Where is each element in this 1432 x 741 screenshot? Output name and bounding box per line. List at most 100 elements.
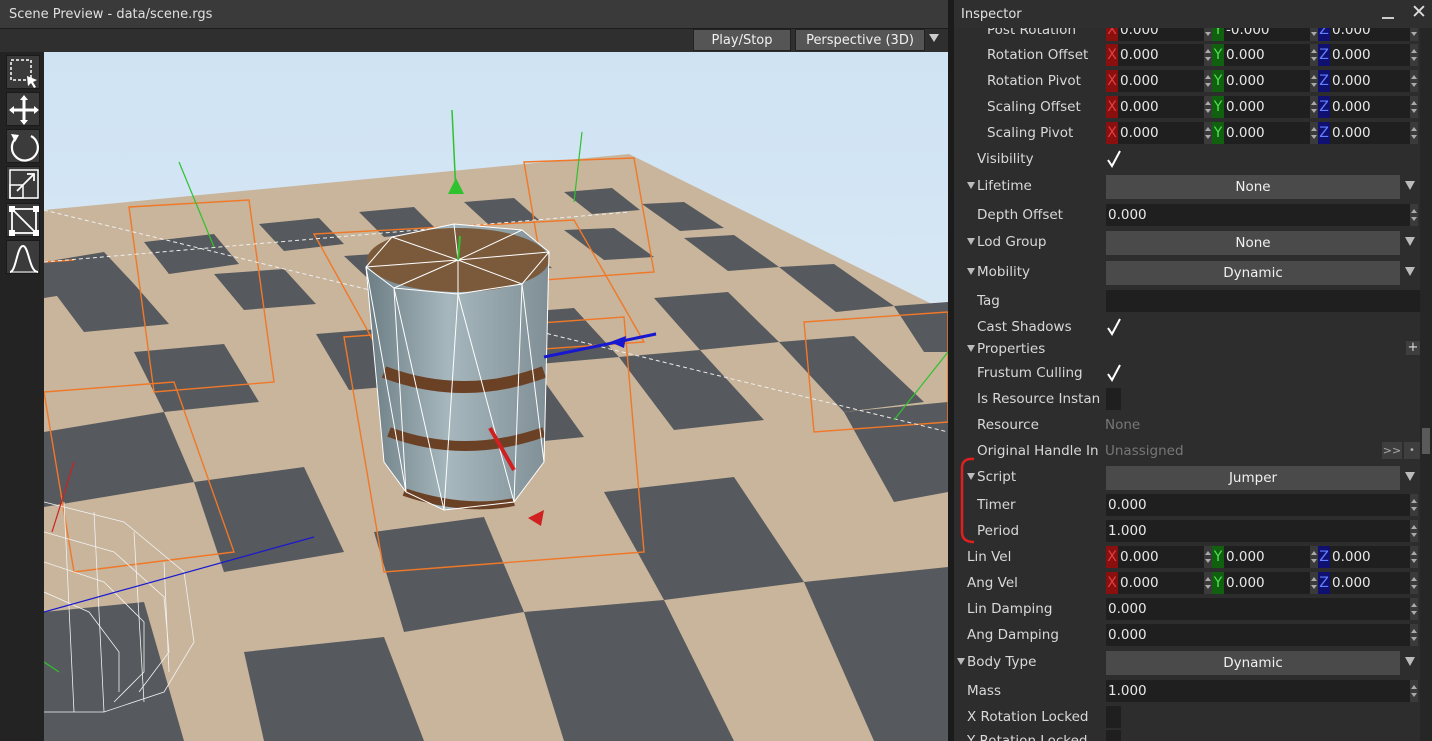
x-rotation-locked-checkbox[interactable]	[1106, 706, 1121, 728]
expand-triangle-icon[interactable]	[957, 658, 965, 665]
scaling-pivot-y-field[interactable]: 0.000	[1224, 122, 1310, 144]
stepper-icon[interactable]	[1204, 546, 1212, 568]
stepper-icon[interactable]	[1410, 546, 1418, 568]
properties-row: Properties +	[954, 336, 1432, 362]
minimize-icon[interactable]	[1381, 6, 1395, 20]
rect-transform-tool-button[interactable]	[6, 203, 40, 237]
ang-vel-y-field[interactable]: 0.000	[1224, 572, 1310, 594]
barrel-object[interactable]	[365, 223, 550, 511]
chevron-down-icon[interactable]	[1405, 472, 1415, 481]
axis-z-label: Z	[1318, 70, 1330, 92]
lin-vel-z-field[interactable]: 0.000	[1330, 546, 1410, 568]
stepper-icon[interactable]	[1204, 44, 1212, 66]
chevron-down-icon[interactable]	[929, 34, 939, 42]
expand-triangle-icon[interactable]	[967, 268, 975, 275]
stepper-icon[interactable]	[1310, 572, 1318, 594]
select-rect-tool-button[interactable]	[6, 55, 40, 89]
ang-vel-x-field[interactable]: 0.000	[1118, 572, 1204, 594]
is-resource-instance-checkbox[interactable]	[1106, 388, 1121, 410]
view-mode-dropdown[interactable]: Perspective (3D)	[795, 29, 925, 51]
scale-tool-button[interactable]	[6, 166, 40, 200]
expand-triangle-icon[interactable]	[967, 182, 975, 189]
stepper-icon[interactable]	[1410, 122, 1418, 144]
curve-icon	[9, 244, 39, 273]
rotation-pivot-y-field[interactable]: 0.000	[1224, 70, 1310, 92]
axis-z-label: Z	[1318, 96, 1330, 118]
curve-tool-button[interactable]	[6, 240, 40, 274]
script-dropdown[interactable]: Jumper	[1106, 466, 1400, 490]
clear-handle-button[interactable]: •	[1404, 442, 1420, 459]
ang-vel-z-field[interactable]: 0.000	[1330, 572, 1410, 594]
stepper-icon[interactable]	[1410, 494, 1418, 516]
stepper-icon[interactable]	[1310, 44, 1318, 66]
rotate-tool-button[interactable]	[6, 129, 40, 163]
scaling-pivot-z-field[interactable]: 0.000	[1330, 122, 1410, 144]
lin-vel-y-field[interactable]: 0.000	[1224, 546, 1310, 568]
stepper-icon[interactable]	[1310, 96, 1318, 118]
stepper-icon[interactable]	[1410, 44, 1418, 66]
stepper-icon[interactable]	[1310, 122, 1318, 144]
rotation-pivot-x-field[interactable]: 0.000	[1118, 70, 1204, 92]
scaling-pivot-x-field[interactable]: 0.000	[1118, 122, 1204, 144]
scaling-offset-y-field[interactable]: 0.000	[1224, 96, 1310, 118]
is-resource-instance-row: Is Resource Instanc	[954, 386, 1432, 412]
stepper-icon[interactable]	[1204, 572, 1212, 594]
rotation-offset-z-field[interactable]: 0.000	[1330, 44, 1410, 66]
expand-triangle-icon[interactable]	[967, 345, 975, 352]
axis-z-label: Z	[1318, 546, 1330, 568]
lin-vel-x-field[interactable]: 0.000	[1118, 546, 1204, 568]
stepper-icon[interactable]	[1410, 624, 1418, 646]
inspector-scrollbar[interactable]	[1420, 28, 1432, 741]
timer-field[interactable]: 0.000	[1106, 494, 1410, 516]
stepper-icon[interactable]	[1410, 680, 1418, 702]
chevron-down-icon[interactable]	[1405, 237, 1415, 246]
lod-group-dropdown[interactable]: None	[1106, 231, 1400, 255]
cast-shadows-checkbox[interactable]	[1106, 317, 1122, 337]
move-tool-button[interactable]	[6, 92, 40, 126]
stepper-icon[interactable]	[1310, 70, 1318, 92]
stepper-icon[interactable]	[1410, 70, 1418, 92]
stepper-icon[interactable]	[1410, 598, 1418, 620]
scene-viewport[interactable]	[44, 52, 948, 741]
stepper-icon[interactable]	[1410, 204, 1418, 226]
tag-field[interactable]	[1106, 290, 1422, 312]
mass-field[interactable]: 1.000	[1106, 680, 1410, 702]
ang-damping-field[interactable]: 0.000	[1106, 624, 1410, 646]
y-rotation-locked-checkbox[interactable]	[1106, 730, 1121, 741]
chevron-down-icon[interactable]	[1405, 267, 1415, 276]
rotation-offset-x-field[interactable]: 0.000	[1118, 44, 1204, 66]
tag-label: Tag	[977, 293, 1000, 309]
rotation-pivot-z-field[interactable]: 0.000	[1330, 70, 1410, 92]
play-stop-button[interactable]: Play/Stop	[693, 29, 791, 51]
frustum-culling-checkbox[interactable]	[1106, 363, 1122, 383]
ang-damping-row: Ang Damping 0.000	[954, 622, 1432, 648]
axis-y-label: Y	[1212, 572, 1224, 594]
chevron-down-icon[interactable]	[1405, 657, 1415, 666]
scaling-offset-x-field[interactable]: 0.000	[1118, 96, 1204, 118]
stepper-icon[interactable]	[1204, 122, 1212, 144]
stepper-icon[interactable]	[1410, 572, 1418, 594]
axis-y-label: Y	[1212, 70, 1224, 92]
scaling-offset-z-field[interactable]: 0.000	[1330, 96, 1410, 118]
chevron-down-icon[interactable]	[1405, 181, 1415, 190]
expand-triangle-icon[interactable]	[967, 238, 975, 245]
timer-row: Timer 0.000	[954, 492, 1432, 518]
scrollbar-thumb[interactable]	[1422, 428, 1430, 454]
close-icon[interactable]: ✕	[1410, 2, 1428, 22]
add-property-button[interactable]: +	[1406, 341, 1420, 355]
visibility-checkbox[interactable]	[1106, 149, 1122, 169]
stepper-icon[interactable]	[1410, 96, 1418, 118]
stepper-icon[interactable]	[1204, 96, 1212, 118]
stepper-icon[interactable]	[1310, 546, 1318, 568]
lifetime-dropdown[interactable]: None	[1106, 175, 1400, 199]
locate-handle-button[interactable]: >>	[1382, 442, 1402, 459]
lin-damping-field[interactable]: 0.000	[1106, 598, 1410, 620]
period-field[interactable]: 1.000	[1106, 520, 1410, 542]
depth-offset-field[interactable]: 0.000	[1106, 204, 1410, 226]
body-type-dropdown[interactable]: Dynamic	[1106, 651, 1400, 675]
stepper-icon[interactable]	[1410, 520, 1418, 542]
stepper-icon[interactable]	[1204, 70, 1212, 92]
rotation-offset-y-field[interactable]: 0.000	[1224, 44, 1310, 66]
mobility-dropdown[interactable]: Dynamic	[1106, 261, 1400, 285]
axis-x-label: X	[1106, 44, 1118, 66]
